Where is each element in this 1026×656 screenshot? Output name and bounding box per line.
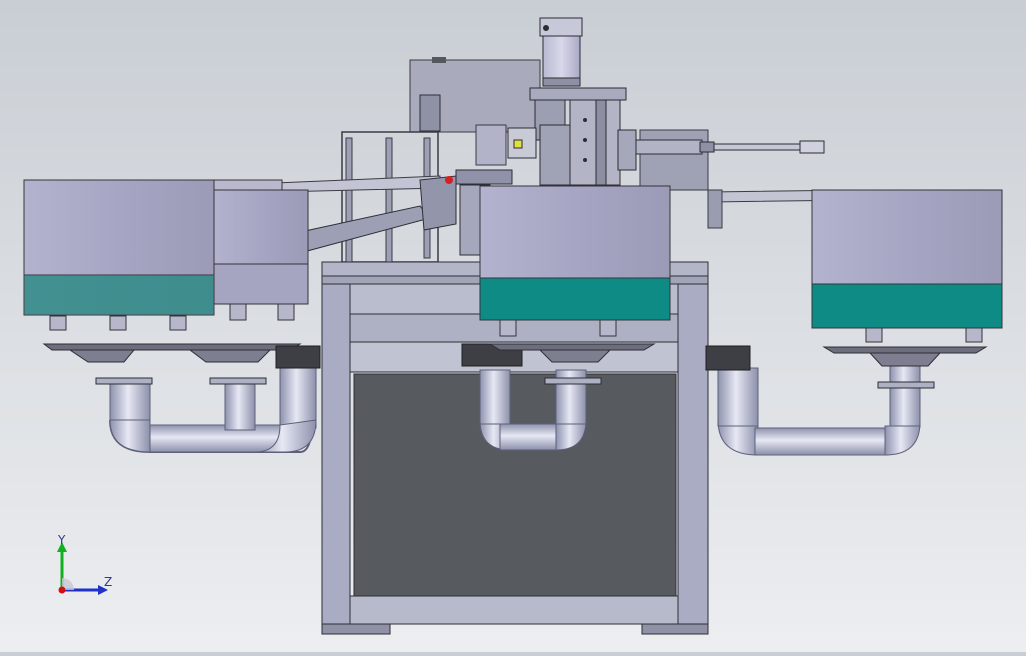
rod-actuator [635, 139, 825, 155]
z-axis-label: Z [104, 575, 112, 589]
left-support-tray [42, 343, 321, 385]
left-front-bowl [23, 179, 215, 331]
orientation-triad: Y Z [57, 533, 112, 595]
assembly-drawing[interactable]: Y Z [0, 0, 1026, 652]
right-bowl [811, 189, 1003, 389]
cad-viewport[interactable]: Y Z [0, 0, 1026, 652]
origin-icon [58, 586, 66, 594]
left-rear-bowl [207, 179, 309, 321]
front-panel [353, 373, 677, 597]
y-axis-label: Y [57, 533, 66, 547]
sensor-light-icon [445, 176, 453, 184]
